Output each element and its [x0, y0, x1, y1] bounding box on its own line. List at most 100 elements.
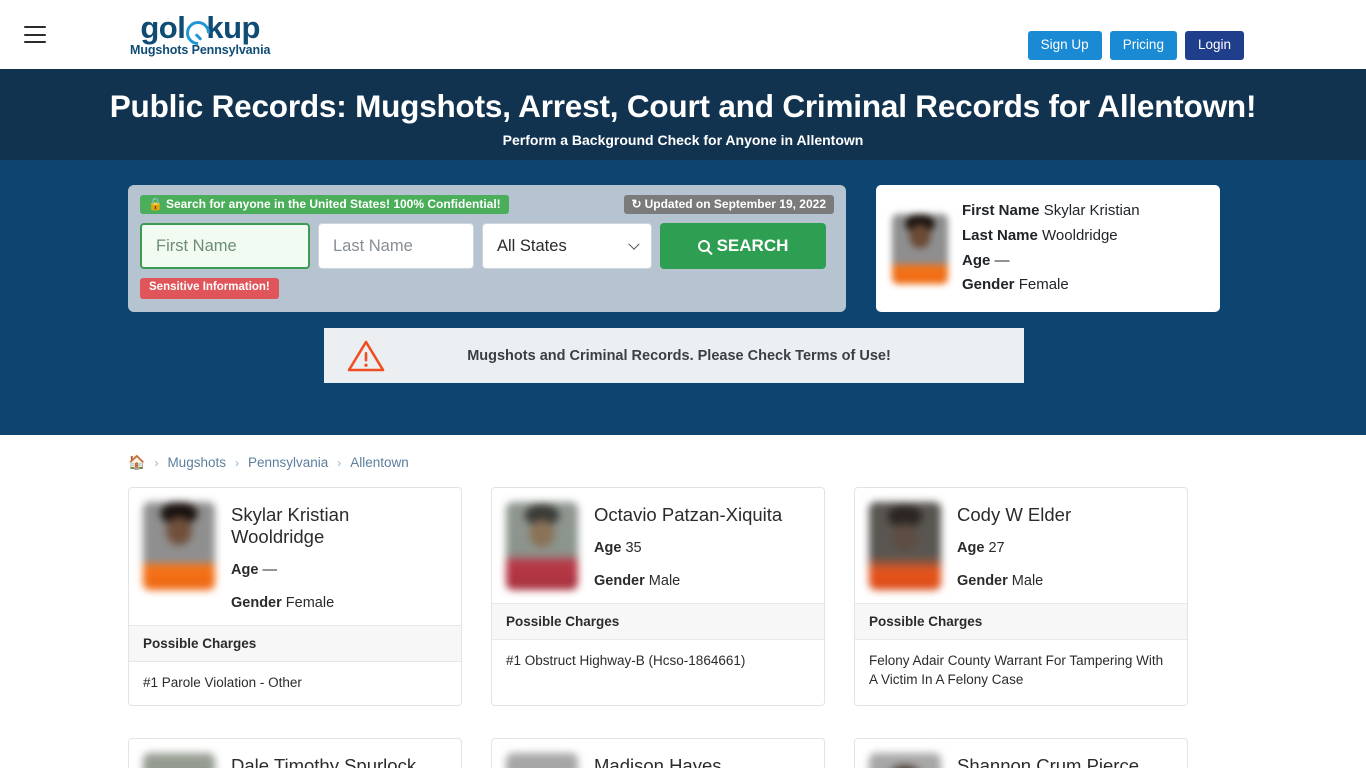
profile-gender-label: Gender	[962, 276, 1015, 294]
last-name-input[interactable]	[318, 223, 474, 269]
updated-badge-text: Updated on September 19, 2022	[644, 197, 826, 211]
search-panel: 🔒 Search for anyone in the United States!…	[128, 185, 846, 312]
charge-item: #1 Parole Violation - Other	[143, 675, 302, 691]
hamburger-line	[24, 41, 46, 43]
profile-age-label: Age	[962, 251, 991, 269]
gender-value: Female	[285, 595, 335, 612]
refresh-icon: ↻	[631, 197, 642, 211]
logo-subtitle: Mugshots Pennsylvania	[130, 43, 271, 58]
profile-gender-value: Female	[1018, 276, 1069, 294]
breadcrumb-item-pennsylvania[interactable]: Pennsylvania	[248, 455, 328, 470]
profile-last-name-row: Last Name Wooldridge	[962, 224, 1140, 249]
first-name-input[interactable]	[140, 223, 310, 269]
gender-value: Male	[1011, 573, 1044, 590]
home-icon[interactable]: 🏠	[128, 454, 145, 471]
result-mugshot-image	[506, 752, 578, 768]
hamburger-line	[24, 33, 46, 36]
result-age: Age 35	[594, 539, 782, 558]
headline-band: Public Records: Mugshots, Arrest, Court …	[0, 69, 1366, 160]
result-card-info: Dale Timothy Spurlock	[231, 753, 416, 768]
result-card-info: Shannon Crum Pierce	[957, 753, 1139, 768]
result-gender: Gender Male	[594, 572, 782, 591]
result-card-header: Octavio Patzan-Xiquita Age 35 Gender Mal…	[492, 488, 824, 603]
profile-age-row: Age —	[962, 249, 1140, 274]
search-button-label: SEARCH	[716, 236, 789, 255]
result-gender: Gender Male	[957, 572, 1071, 591]
result-name: Octavio Patzan-Xiquita	[594, 504, 783, 525]
warning-triangle-icon	[346, 339, 386, 373]
profile-last-name-value: Wooldridge	[1042, 226, 1118, 244]
hero-section: 🔒 Search for anyone in the United States!…	[0, 160, 1366, 435]
result-name: Dale Timothy Spurlock	[231, 754, 417, 768]
result-mugshot-image	[869, 502, 941, 590]
result-card[interactable]: Madison Hayes	[491, 737, 825, 768]
result-age: Age 27	[957, 539, 1071, 558]
page-title: Public Records: Mugshots, Arrest, Court …	[109, 88, 1257, 124]
search-form: All States SEARCH	[140, 223, 834, 269]
search-button[interactable]: SEARCH	[660, 223, 826, 269]
sign-up-button[interactable]: Sign Up	[1027, 31, 1102, 61]
age-label: Age	[957, 540, 985, 557]
result-card[interactable]: Octavio Patzan-Xiquita Age 35 Gender Mal…	[491, 487, 825, 706]
result-mugshot-image	[143, 752, 215, 768]
possible-charges-header: Possible Charges	[492, 602, 824, 640]
terms-warning-text: Mugshots and Criminal Records. Please Ch…	[467, 347, 891, 364]
profile-gender-row: Gender Female	[962, 273, 1140, 298]
result-mugshot-image	[506, 502, 578, 590]
result-name: Madison Hayes	[594, 754, 722, 768]
state-select-wrapper: All States	[482, 223, 652, 269]
nav-actions: Sign Up Pricing Login	[1027, 31, 1244, 61]
logo-text-kup: kup	[206, 10, 260, 46]
hamburger-menu-icon[interactable]	[24, 26, 46, 43]
pricing-button[interactable]: Pricing	[1109, 31, 1177, 61]
breadcrumb-separator: ›	[234, 455, 239, 470]
age-label: Age	[231, 562, 259, 579]
search-badge-row: 🔒 Search for anyone in the United States!…	[140, 195, 834, 214]
result-card[interactable]: Cody W Elder Age 27 Gender Male Possible…	[854, 487, 1188, 706]
breadcrumb-item-allentown[interactable]: Allentown	[350, 455, 409, 470]
sensitive-info-badge: Sensitive Information!	[140, 278, 279, 299]
profile-age-value: —	[994, 251, 1010, 269]
gender-label: Gender	[957, 573, 1008, 590]
age-value: —	[262, 562, 277, 579]
page-subtitle: Perform a Background Check for Anyone in…	[502, 132, 864, 149]
age-value: 35	[625, 540, 642, 557]
confidential-badge: 🔒 Search for anyone in the United States!…	[140, 195, 509, 214]
result-card-header: Madison Hayes	[492, 739, 824, 768]
profile-first-name-row: First Name Skylar Kristian	[962, 199, 1140, 224]
charge-item: Felony Adair County Warrant For Tamperin…	[869, 652, 1164, 688]
result-name: Shannon Crum Pierce	[957, 754, 1140, 768]
hamburger-line	[24, 26, 46, 28]
state-select[interactable]: All States	[482, 223, 652, 269]
result-card[interactable]: Skylar Kristian Wooldridge Age — Gender …	[128, 487, 462, 706]
login-button[interactable]: Login	[1184, 31, 1244, 61]
logo-text-l: l	[177, 10, 186, 46]
result-card-info: Cody W Elder Age 27 Gender Male	[957, 502, 1071, 591]
result-card-header: Cody W Elder Age 27 Gender Male	[855, 488, 1187, 603]
logo-text-go: go	[140, 10, 178, 46]
profile-first-name-value: Skylar Kristian	[1043, 201, 1140, 219]
possible-charges-header: Possible Charges	[129, 625, 461, 663]
breadcrumb: 🏠 › Mugshots › Pennsylvania › Allentown	[128, 435, 1238, 471]
site-logo[interactable]: gol kup Mugshots Pennsylvania	[130, 12, 270, 57]
top-navigation-bar: gol kup Mugshots Pennsylvania Sign Up Pri…	[0, 0, 1366, 69]
logo-wordmark: gol kup	[140, 12, 260, 43]
featured-profile-card[interactable]: First Name Skylar Kristian Last Name Woo…	[876, 185, 1220, 312]
result-card-info: Madison Hayes	[594, 753, 722, 768]
result-card-info: Octavio Patzan-Xiquita Age 35 Gender Mal…	[594, 502, 782, 591]
gender-label: Gender	[231, 595, 282, 612]
result-card[interactable]: Dale Timothy Spurlock	[128, 737, 462, 768]
result-name: Cody W Elder	[957, 504, 1072, 525]
result-card[interactable]: Shannon Crum Pierce	[854, 737, 1188, 768]
result-name: Skylar Kristian Wooldridge	[231, 504, 350, 548]
gender-label: Gender	[594, 573, 645, 590]
lock-icon: 🔒	[148, 197, 163, 211]
age-value: 27	[988, 540, 1005, 557]
result-card-header: Shannon Crum Pierce	[855, 739, 1187, 768]
age-label: Age	[594, 540, 622, 557]
profile-details: First Name Skylar Kristian Last Name Woo…	[962, 199, 1140, 299]
breadcrumb-separator: ›	[154, 455, 159, 470]
magnifier-icon	[697, 240, 710, 252]
breadcrumb-item-mugshots[interactable]: Mugshots	[167, 455, 226, 470]
confidential-badge-text: Search for anyone in the United States! …	[165, 197, 501, 211]
